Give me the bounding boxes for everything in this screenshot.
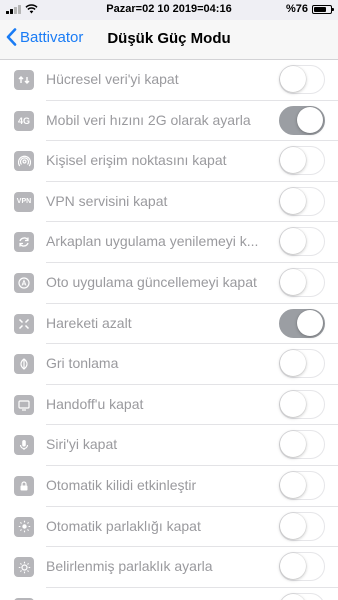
row-label: Siri'yi kapat <box>46 436 118 453</box>
toggle-knob <box>280 471 306 498</box>
row-label: Hücresel veri'yi kapat <box>46 71 179 87</box>
toggle-switch[interactable] <box>279 470 325 500</box>
toggle-switch[interactable] <box>279 267 325 297</box>
row-label: Gri tonlama <box>46 355 119 372</box>
toggle-switch[interactable] <box>279 592 325 600</box>
list-item: Hareketi azalt <box>0 304 338 345</box>
toggle-knob <box>280 390 306 417</box>
refresh-icon <box>14 232 34 253</box>
vpn-icon: VPN <box>14 191 34 212</box>
list-item: Siri'yi kapat <box>0 425 338 466</box>
list-item: Oto uygulama güncellemeyi kapat <box>0 263 338 304</box>
toggle-switch[interactable] <box>279 186 325 216</box>
row-label: Handoff'u kapat <box>46 395 144 412</box>
toggle-knob <box>297 309 323 336</box>
list-item: Otomatik kilidi etkinleştir <box>0 466 338 507</box>
toggle-switch[interactable] <box>279 349 325 379</box>
battery-level <box>314 6 326 12</box>
list-item: Gri tonlama <box>0 344 338 385</box>
toggle-knob <box>280 553 306 580</box>
list-item: Belirlenmiş parlaklık ayarla <box>0 547 338 588</box>
row-label: Belirlenmiş parlaklık ayarla <box>46 558 213 575</box>
toggle-knob <box>280 512 306 539</box>
hotspot-icon <box>14 151 34 172</box>
row-label: Kişisel erişim noktasını kapat <box>46 152 227 169</box>
row-label: Hareketi azalt <box>46 314 132 331</box>
toggle-switch[interactable] <box>279 430 325 460</box>
toggle-knob <box>280 66 306 92</box>
reduce-motion-icon <box>14 313 34 334</box>
toggle-knob <box>280 268 306 295</box>
battery-percent: %76 <box>285 3 308 15</box>
app-store-icon <box>14 272 34 293</box>
toggle-knob <box>280 228 306 255</box>
battery-icon <box>312 4 334 14</box>
auto-lock-icon <box>14 475 34 496</box>
toggle-switch[interactable] <box>279 105 325 135</box>
toggle-knob <box>280 350 306 377</box>
row-label: Oto uygulama güncellemeyi kapat <box>46 273 257 290</box>
list-item: VPN VPN servisini kapat <box>0 182 338 223</box>
list-item: Otomatik parlaklığı kapat <box>0 507 338 548</box>
row-label: Otomatik kilidi etkinleştir <box>46 476 197 493</box>
icon-text: VPN <box>16 198 32 206</box>
row-label: Otomatik parlaklığı kapat <box>46 517 201 534</box>
toggle-knob <box>280 593 306 600</box>
grayscale-icon <box>14 354 34 375</box>
toggle-switch[interactable] <box>279 552 325 582</box>
cellular-icon <box>14 70 34 90</box>
row-label: Mobil veri hızını 2G olarak ayarla <box>46 111 251 128</box>
toggle-switch[interactable] <box>279 308 325 338</box>
4g-icon: 4G <box>14 110 34 131</box>
status-right: %76 <box>285 3 334 15</box>
toggle-knob <box>297 106 323 133</box>
toggle-knob <box>280 431 306 458</box>
list-item: Hücresel veri'yi kapat <box>0 60 338 101</box>
toggle-switch[interactable] <box>279 511 325 541</box>
toggle-switch[interactable] <box>279 146 325 176</box>
toggle-knob <box>280 147 306 174</box>
toggle-knob <box>280 187 306 214</box>
icon-text: 4G <box>17 115 30 126</box>
list-item: 4G Mobil veri hızını 2G olarak ayarla <box>0 101 338 142</box>
toggle-switch[interactable] <box>279 227 325 257</box>
handoff-icon <box>14 394 34 415</box>
toggle-switch[interactable] <box>279 389 325 419</box>
list-item: Kişisel erişim noktasını kapat <box>0 141 338 182</box>
list-item: Arkaplan uygulama yenilemeyi k... <box>0 222 338 263</box>
row-label: Arkaplan uygulama yenilemeyi k... <box>46 233 259 250</box>
row-label: VPN servisini kapat <box>46 192 168 209</box>
auto-brightness-icon <box>14 516 34 537</box>
navigation-bar: Battivator Düşük Güç Modu <box>0 20 338 60</box>
siri-icon <box>14 435 34 456</box>
list-item <box>0 588 338 600</box>
page-title: Düşük Güç Modu <box>107 30 231 47</box>
toggle-switch[interactable] <box>279 65 325 94</box>
status-bar: Pazar=02 10 2019=04:16 %76 <box>0 0 338 20</box>
list-item: Handoff'u kapat <box>0 385 338 426</box>
settings-list: Hücresel veri'yi kapat 4G Mobil veri hızın… <box>0 60 338 600</box>
brightness-icon <box>14 557 34 578</box>
